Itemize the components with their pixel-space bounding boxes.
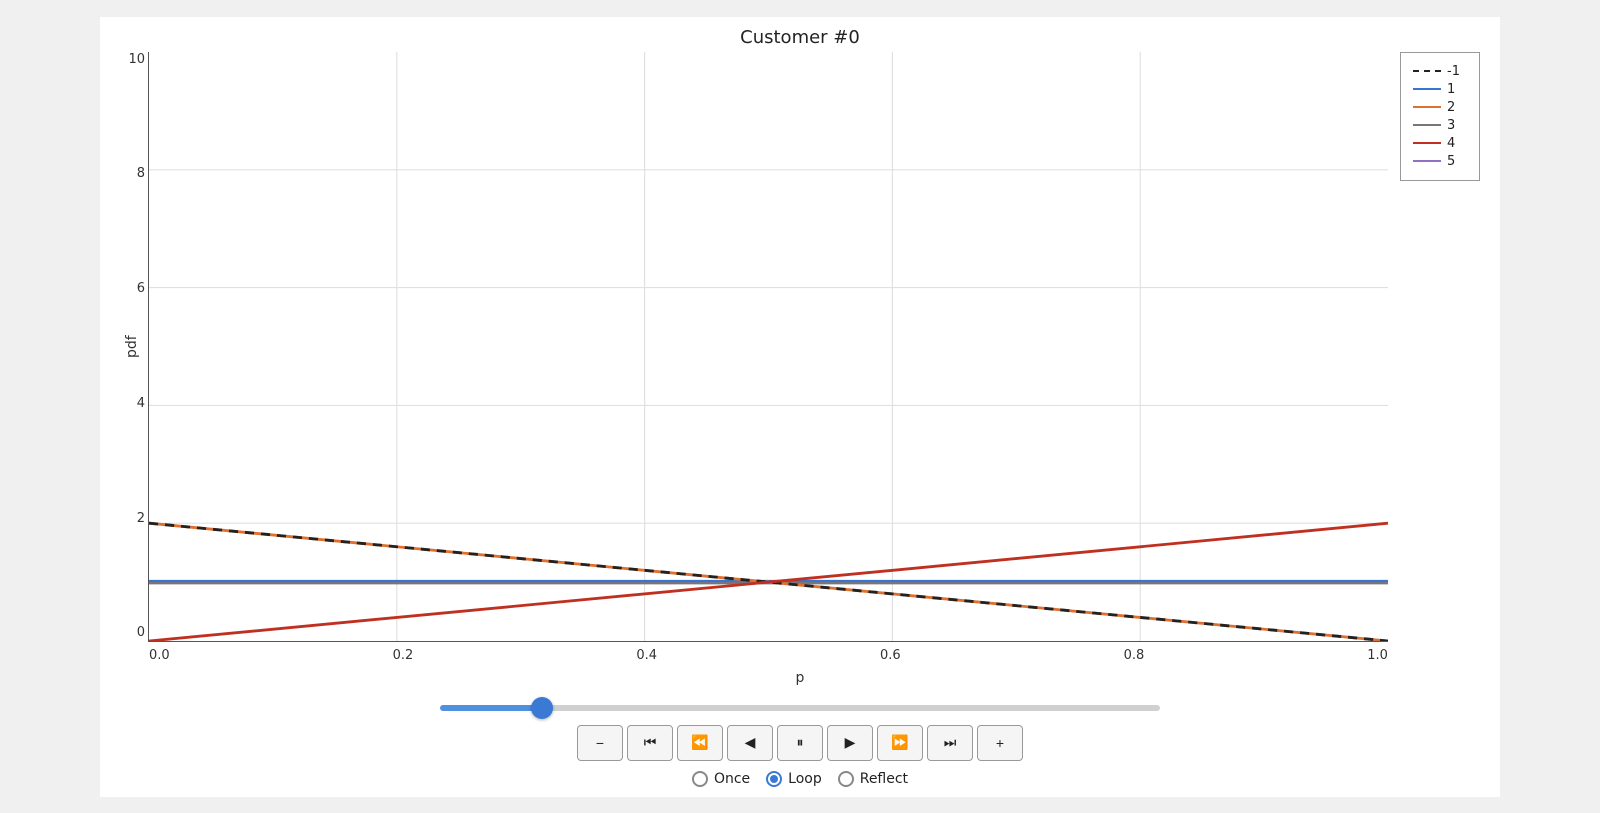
once-option[interactable]: Once xyxy=(692,771,750,787)
legend-line-5 xyxy=(1413,160,1441,162)
reverse-button[interactable]: ◀ xyxy=(727,725,773,761)
legend-label-1: 1 xyxy=(1447,82,1455,97)
x-tick-08: 0.8 xyxy=(1124,648,1145,663)
skip-to-end-button[interactable]: ⏭ xyxy=(927,725,973,761)
y-tick-8: 8 xyxy=(113,166,145,181)
reflect-label: Reflect xyxy=(860,771,908,787)
legend-item-minus1: -1 xyxy=(1413,64,1467,79)
animation-slider[interactable] xyxy=(440,705,1160,711)
y-tick-0: 0 xyxy=(113,625,145,640)
reflect-option[interactable]: Reflect xyxy=(838,771,908,787)
once-radio-circle xyxy=(692,771,708,787)
legend-label-5: 5 xyxy=(1447,154,1455,169)
legend-box: -1 1 2 3 4 xyxy=(1400,52,1480,181)
slider-container xyxy=(440,696,1160,715)
step-back-button[interactable]: ⏪ xyxy=(677,725,723,761)
reflect-radio-circle xyxy=(838,771,854,787)
plus-button[interactable]: + xyxy=(977,725,1023,761)
legend-line-1 xyxy=(1413,88,1441,90)
chart-svg xyxy=(149,52,1388,641)
y-axis-ticks: 10 8 6 4 2 0 xyxy=(113,52,145,641)
legend-line-minus1 xyxy=(1413,70,1441,72)
legend-item-5: 5 xyxy=(1413,154,1467,169)
legend-item-2: 2 xyxy=(1413,100,1467,115)
loop-options: Once Loop Reflect xyxy=(692,771,908,787)
once-label: Once xyxy=(714,771,750,787)
legend-item-1: 1 xyxy=(1413,82,1467,97)
x-tick-06: 0.6 xyxy=(880,648,901,663)
legend-label-3: 3 xyxy=(1447,118,1455,133)
loop-radio-dot xyxy=(770,775,778,783)
y-tick-4: 4 xyxy=(113,396,145,411)
x-tick-1: 1.0 xyxy=(1367,648,1388,663)
step-forward-button[interactable]: ⏩ xyxy=(877,725,923,761)
loop-radio-circle xyxy=(766,771,782,787)
skip-to-start-button[interactable]: ⏮ xyxy=(627,725,673,761)
y-tick-10: 10 xyxy=(113,52,145,67)
loop-option[interactable]: Loop xyxy=(766,771,822,787)
chart-with-legend: 10 8 6 4 2 0 0.0 0.2 0.4 0.6 0.8 1.0 xyxy=(148,52,1480,642)
legend-item-3: 3 xyxy=(1413,118,1467,133)
main-container: Customer #0 pdf 10 8 6 4 2 0 0.0 0.2 0.4 xyxy=(100,17,1500,797)
x-axis-ticks: 0.0 0.2 0.4 0.6 0.8 1.0 xyxy=(149,648,1388,663)
legend-item-4: 4 xyxy=(1413,136,1467,151)
y-tick-2: 2 xyxy=(113,511,145,526)
loop-label: Loop xyxy=(788,771,822,787)
x-tick-02: 0.2 xyxy=(393,648,414,663)
x-tick-04: 0.4 xyxy=(636,648,657,663)
legend-line-2 xyxy=(1413,106,1441,108)
x-tick-0: 0.0 xyxy=(149,648,170,663)
x-axis-label: p xyxy=(796,670,805,686)
chart-title: Customer #0 xyxy=(740,27,860,48)
legend-label-minus1: -1 xyxy=(1447,64,1460,79)
legend-label-4: 4 xyxy=(1447,136,1455,151)
playback-buttons: − ⏮ ⏪ ◀ ⏸ ▶ ⏩ ⏭ + xyxy=(577,725,1023,761)
legend-label-2: 2 xyxy=(1447,100,1455,115)
play-button[interactable]: ▶ xyxy=(827,725,873,761)
chart-area: pdf 10 8 6 4 2 0 0.0 0.2 0.4 0.6 xyxy=(120,52,1480,642)
chart-frame: 10 8 6 4 2 0 0.0 0.2 0.4 0.6 0.8 1.0 xyxy=(148,52,1388,642)
legend-line-4 xyxy=(1413,142,1441,144)
minus-button[interactable]: − xyxy=(577,725,623,761)
pause-button[interactable]: ⏸ xyxy=(777,725,823,761)
y-tick-6: 6 xyxy=(113,281,145,296)
controls-area: − ⏮ ⏪ ◀ ⏸ ▶ ⏩ ⏭ + Once Loop Re xyxy=(120,696,1480,787)
legend-line-3 xyxy=(1413,124,1441,126)
